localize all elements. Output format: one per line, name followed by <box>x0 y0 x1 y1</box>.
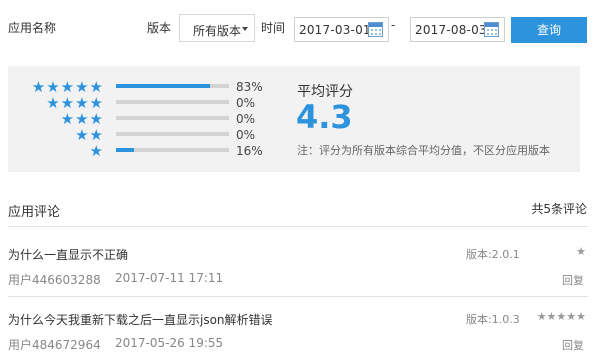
rating-bar-fill <box>116 148 135 152</box>
comment-time: 2017-07-11 17:11 <box>115 271 224 285</box>
rating-bar <box>116 132 229 136</box>
version-label: 版本 <box>147 21 172 35</box>
average-rating-note: 注：评分为所有版本综合平均分值，不区分应用版本 <box>297 144 550 157</box>
rating-bar <box>116 116 229 120</box>
chevron-down-icon <box>242 27 248 31</box>
rating-percent: 0% <box>236 128 256 142</box>
version-select[interactable]: 所有版本 <box>179 14 255 42</box>
reply-button[interactable]: 回复 <box>562 337 584 353</box>
comment-time: 2017-05-26 19:55 <box>115 336 224 350</box>
time-label: 时间 <box>261 21 286 35</box>
rating-bar <box>116 84 229 88</box>
comment-user: 用户484672964 <box>8 338 101 352</box>
comment-star-icons: ★★★★★ <box>536 310 586 323</box>
start-date-input[interactable]: 2017-03-01 <box>294 17 389 42</box>
date-separator: - <box>391 18 396 32</box>
star-icons: ★★★ <box>60 110 104 128</box>
comments-title: 应用评论 <box>8 205 61 220</box>
comments-count: 共5条评论 <box>531 202 587 216</box>
rating-percent: 16% <box>236 144 263 158</box>
end-date-value: 2017-08-03 <box>415 23 487 37</box>
comment-star-icons: ★ <box>576 245 586 258</box>
rating-percent: 0% <box>236 96 256 110</box>
divider <box>8 296 588 297</box>
comment-version: 版本:1.0.3 <box>466 313 520 326</box>
filter-bar: 应用名称 版本 所有版本 时间 2017-03-01 - 2017-08-03 … <box>0 0 600 56</box>
rating-summary-panel: ★★★★★ 83% ★★★★ 0% ★★★ 0% ★★ 0% ★ 16% 平均评… <box>8 66 580 172</box>
star-icons: ★★ <box>75 126 104 144</box>
rating-percent: 0% <box>236 112 256 126</box>
rating-bar <box>116 100 229 104</box>
app-name-field[interactable] <box>64 16 142 40</box>
rating-bar <box>116 148 229 152</box>
query-button[interactable]: 查询 <box>511 17 587 43</box>
divider <box>8 226 588 227</box>
comment-text: 为什么今天我重新下载之后一直显示json解析错误 <box>8 313 273 327</box>
rating-bar-fill <box>116 84 210 88</box>
rating-row-3: ★★★ 0% <box>8 110 268 128</box>
start-date-value: 2017-03-01 <box>299 23 371 37</box>
calendar-icon[interactable] <box>368 22 383 37</box>
comment-item: 为什么今天我重新下载之后一直显示json解析错误 用户484672964 201… <box>8 310 588 362</box>
calendar-icon[interactable] <box>484 22 499 37</box>
rating-row-1: ★ 16% <box>8 142 268 160</box>
comment-user: 用户446603288 <box>8 273 101 287</box>
reply-button[interactable]: 回复 <box>562 272 584 288</box>
rating-row-4: ★★★★ 0% <box>8 94 268 112</box>
star-icons: ★★★★★ <box>31 78 104 96</box>
star-icons: ★★★★ <box>46 94 104 112</box>
rating-row-5: ★★★★★ 83% <box>8 78 268 96</box>
end-date-input[interactable]: 2017-08-03 <box>410 17 505 42</box>
version-select-value: 所有版本 <box>193 24 242 38</box>
comment-version: 版本:2.0.1 <box>466 248 520 261</box>
rating-percent: 83% <box>236 80 263 94</box>
app-name-label: 应用名称 <box>8 21 57 35</box>
rating-row-2: ★★ 0% <box>8 126 268 144</box>
average-rating-value: 4.3 <box>296 98 353 136</box>
comment-text: 为什么一直显示不正确 <box>8 248 129 262</box>
star-icons: ★ <box>89 142 104 160</box>
